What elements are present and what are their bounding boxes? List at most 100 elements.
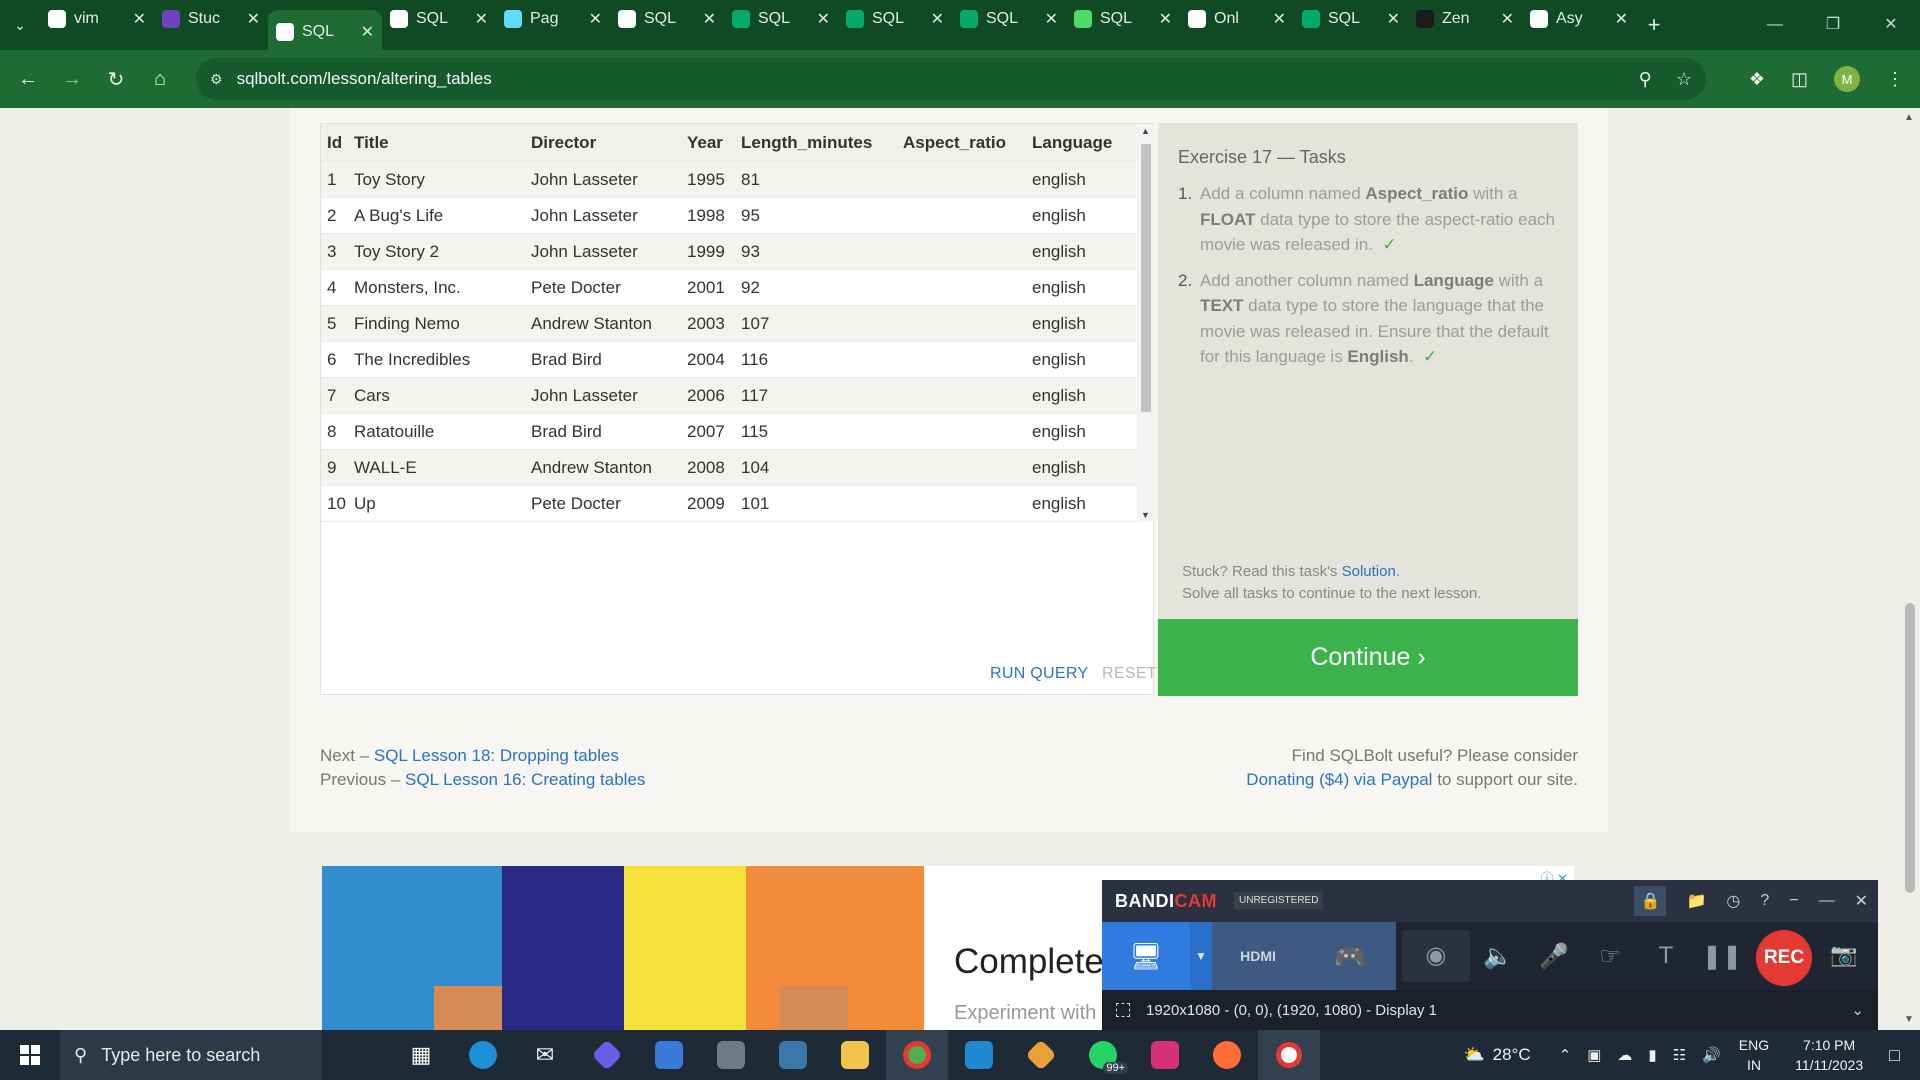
browser-tab[interactable]: SQL ✕: [382, 2, 496, 36]
extensions-icon[interactable]: ❖: [1749, 69, 1765, 90]
start-button[interactable]: [0, 1030, 60, 1080]
omnibox[interactable]: ⚙ sqlbolt.com/lesson/altering_tables ⚲ ☆: [196, 58, 1706, 100]
tab-close-icon[interactable]: ✕: [1159, 9, 1172, 29]
browser-tab[interactable]: SQL ✕: [610, 2, 724, 36]
browser-tab[interactable]: Pag ✕: [496, 2, 610, 36]
prev-lesson-link[interactable]: SQL Lesson 16: Creating tables: [405, 770, 645, 789]
vscode-icon[interactable]: [948, 1030, 1010, 1080]
scroll-down-arrow-icon[interactable]: ▼: [1141, 510, 1150, 520]
python-icon[interactable]: [762, 1030, 824, 1080]
next-lesson-link[interactable]: SQL Lesson 18: Dropping tables: [374, 746, 619, 765]
browser-tab[interactable]: SQL ✕: [838, 2, 952, 36]
new-tab-button[interactable]: +: [1636, 12, 1672, 38]
continue-button[interactable]: Continue ›: [1158, 619, 1578, 696]
page-scrollbar[interactable]: ▲ ▼: [1900, 108, 1920, 1030]
taskbar-search[interactable]: ⚲ Type here to search: [60, 1030, 322, 1080]
back-icon[interactable]: ←: [6, 68, 50, 91]
side-panel-icon[interactable]: ◫: [1791, 69, 1808, 90]
text-overlay-icon[interactable]: T: [1638, 942, 1694, 970]
screenshot-camera-icon[interactable]: 📷: [1830, 942, 1857, 968]
tab-close-icon[interactable]: ✕: [1273, 9, 1286, 29]
browser-tab[interactable]: vim ✕: [40, 2, 154, 36]
timer-icon[interactable]: ◷: [1726, 891, 1740, 911]
browser-tab[interactable]: Zen ✕: [1408, 2, 1522, 36]
tab-close-icon[interactable]: ✕: [361, 22, 374, 42]
tab-close-icon[interactable]: ✕: [247, 9, 260, 29]
zoom-search-icon[interactable]: ⚲: [1639, 69, 1652, 90]
browser-tab[interactable]: Onl ✕: [1180, 2, 1294, 36]
result-scroll-thumb[interactable]: [1141, 144, 1151, 412]
file-explorer-icon[interactable]: [824, 1030, 886, 1080]
profile-avatar[interactable]: M: [1834, 66, 1860, 92]
bandicam-icon[interactable]: [1258, 1030, 1320, 1080]
collapse-icon[interactable]: −: [1789, 892, 1798, 910]
restore-icon[interactable]: ❐: [1804, 0, 1862, 50]
edge-icon[interactable]: [452, 1030, 514, 1080]
browser-tab[interactable]: SQL ✕: [1066, 2, 1180, 36]
cursor-effect-icon[interactable]: ☞: [1582, 942, 1638, 971]
notifications-icon[interactable]: □: [1889, 1045, 1900, 1066]
reload-icon[interactable]: ↻: [94, 67, 138, 92]
browser-tab[interactable]: Stuc ✕: [154, 2, 268, 36]
postman-icon[interactable]: [1196, 1030, 1258, 1080]
tab-close-icon[interactable]: ✕: [1045, 9, 1058, 29]
store-icon[interactable]: [638, 1030, 700, 1080]
microphone-off-icon[interactable]: 🎤: [1526, 942, 1582, 971]
reset-button[interactable]: RESET: [1102, 665, 1157, 683]
clock[interactable]: 7:10 PM 11/11/2023: [1795, 1035, 1863, 1075]
scroll-up-arrow-icon[interactable]: ▲: [1141, 126, 1150, 136]
page-scroll-up-icon[interactable]: ▲: [1904, 112, 1914, 123]
mode-dropdown-chevron-icon[interactable]: ▼: [1190, 922, 1212, 990]
tab-close-icon[interactable]: ✕: [589, 9, 602, 29]
browser-tab[interactable]: Asy ✕: [1522, 2, 1636, 36]
calculator-icon[interactable]: [700, 1030, 762, 1080]
tab-close-icon[interactable]: ✕: [1615, 9, 1628, 29]
tab-close-icon[interactable]: ✕: [475, 9, 488, 29]
lock-icon[interactable]: 🔒: [1634, 886, 1667, 916]
expand-chevron-icon[interactable]: ⌄: [1851, 1001, 1864, 1019]
instagram-icon[interactable]: [1134, 1030, 1196, 1080]
home-icon[interactable]: ⌂: [138, 68, 182, 91]
help-icon[interactable]: ?: [1760, 892, 1769, 910]
chevron-up-icon[interactable]: ⌃: [1559, 1046, 1572, 1064]
hdmi-mode-button[interactable]: HDMI: [1212, 922, 1304, 990]
volume-icon[interactable]: 🔊: [1702, 1046, 1721, 1064]
result-scrollbar[interactable]: ▲ ▼: [1137, 124, 1155, 522]
mail-icon[interactable]: ✉: [514, 1030, 576, 1080]
tab-close-icon[interactable]: ✕: [931, 9, 944, 29]
page-scroll-down-icon[interactable]: ▼: [1904, 1014, 1914, 1025]
minimize-icon[interactable]: —: [1819, 892, 1835, 910]
site-info-icon[interactable]: ⚙: [210, 71, 223, 88]
bookmark-star-icon[interactable]: ☆: [1676, 69, 1692, 90]
browser-menu-icon[interactable]: ⋮: [1886, 69, 1904, 90]
solution-link[interactable]: Solution: [1342, 563, 1396, 580]
page-scroll-thumb[interactable]: [1905, 603, 1915, 893]
forward-icon[interactable]: →: [50, 68, 94, 91]
close-icon[interactable]: ✕: [1855, 891, 1868, 911]
chrome-icon[interactable]: [886, 1030, 948, 1080]
donate-link[interactable]: Donating ($4) via Paypal: [1246, 770, 1432, 789]
browser-tab[interactable]: SQL ✕: [1294, 2, 1408, 36]
run-query-button[interactable]: RUN QUERY: [990, 665, 1088, 683]
task-view-icon[interactable]: ▦: [390, 1030, 452, 1080]
tab-search-chevron-icon[interactable]: ⌄: [0, 0, 40, 50]
meet-icon[interactable]: ▣: [1587, 1046, 1601, 1064]
git-tool-icon[interactable]: [1010, 1030, 1072, 1080]
battery-icon[interactable]: ▮: [1648, 1046, 1656, 1064]
screen-mode-icon[interactable]: 🖥: [1102, 922, 1190, 990]
game-mode-icon[interactable]: 🎮: [1304, 922, 1396, 990]
speaker-icon[interactable]: 🔈: [1470, 942, 1526, 971]
browser-tab[interactable]: SQL ✕: [268, 10, 382, 54]
tab-close-icon[interactable]: ✕: [1501, 9, 1514, 29]
onedrive-icon[interactable]: ☁: [1617, 1046, 1632, 1064]
folder-icon[interactable]: 📁: [1686, 891, 1706, 911]
record-button[interactable]: REC: [1756, 930, 1812, 986]
minimize-icon[interactable]: —: [1746, 0, 1804, 50]
tab-close-icon[interactable]: ✕: [817, 9, 830, 29]
copilot-icon[interactable]: [576, 1030, 638, 1080]
input-language[interactable]: ENG IN: [1739, 1035, 1769, 1075]
browser-tab[interactable]: SQL ✕: [724, 2, 838, 36]
close-window-icon[interactable]: ✕: [1862, 0, 1920, 50]
whatsapp-icon[interactable]: 99+: [1072, 1030, 1134, 1080]
pause-icon[interactable]: ❚❚: [1694, 942, 1750, 971]
